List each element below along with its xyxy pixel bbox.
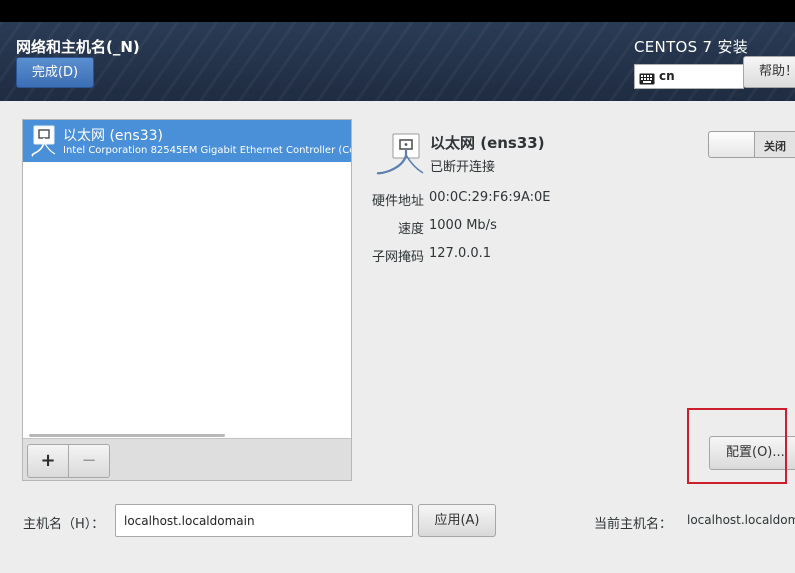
device-connection-status: 已断开连接 bbox=[430, 160, 496, 175]
ethernet-icon bbox=[29, 125, 59, 161]
device-list-item[interactable]: 以太网 (ens33) Intel Corporation 82545EM Gi… bbox=[23, 120, 351, 162]
list-horizontal-scrollbar[interactable] bbox=[29, 434, 225, 437]
hardware-address-value: 00:0C:29:F6:9A:0E bbox=[429, 190, 551, 205]
hostname-input[interactable] bbox=[115, 504, 413, 537]
remove-device-button[interactable]: − bbox=[68, 444, 110, 478]
device-description: Intel Corporation 82545EM Gigabit Ethern… bbox=[63, 145, 351, 156]
current-hostname-value: localhost.localdomain bbox=[687, 513, 795, 527]
device-power-toggle[interactable]: 关闭 bbox=[708, 131, 795, 158]
ethernet-icon bbox=[375, 131, 425, 183]
annotation-highlight-box bbox=[687, 408, 787, 484]
network-device-list: 以太网 (ens33) Intel Corporation 82545EM Gi… bbox=[22, 119, 352, 481]
toggle-knob bbox=[709, 132, 755, 157]
keyboard-layout-indicator[interactable]: cn bbox=[634, 64, 744, 89]
install-title: CENTOS 7 安装 bbox=[634, 38, 749, 56]
hardware-address-label: 硬件地址 bbox=[371, 194, 424, 209]
toggle-state-label: 关闭 bbox=[764, 140, 786, 153]
add-device-button[interactable]: + bbox=[27, 444, 69, 478]
done-button[interactable]: 完成(D) bbox=[16, 57, 94, 88]
subnet-mask-label: 子网掩码 bbox=[371, 250, 424, 265]
keyboard-icon bbox=[639, 70, 655, 89]
keyboard-layout-label: cn bbox=[659, 69, 675, 83]
hostname-label: 主机名（H）： bbox=[23, 517, 105, 532]
help-button[interactable]: 帮助！ bbox=[743, 56, 795, 88]
current-hostname-label: 当前主机名： bbox=[594, 517, 673, 532]
page-title: 网络和主机名(_N) bbox=[16, 38, 140, 56]
header-pattern bbox=[0, 22, 795, 101]
device-name: 以太网 (ens33) bbox=[63, 128, 163, 144]
speed-label: 速度 bbox=[397, 222, 424, 237]
spoke-header: 网络和主机名(_N) 完成(D) CENTOS 7 安装 cn 帮助！ bbox=[0, 22, 795, 101]
apply-hostname-button[interactable]: 应用(A) bbox=[418, 504, 496, 537]
top-system-bar bbox=[0, 0, 795, 22]
speed-value: 1000 Mb/s bbox=[429, 218, 497, 233]
subnet-mask-value: 127.0.0.1 bbox=[429, 246, 492, 261]
device-detail-name: 以太网 (ens33) bbox=[430, 134, 545, 152]
device-list-toolbar: + − bbox=[23, 438, 351, 480]
